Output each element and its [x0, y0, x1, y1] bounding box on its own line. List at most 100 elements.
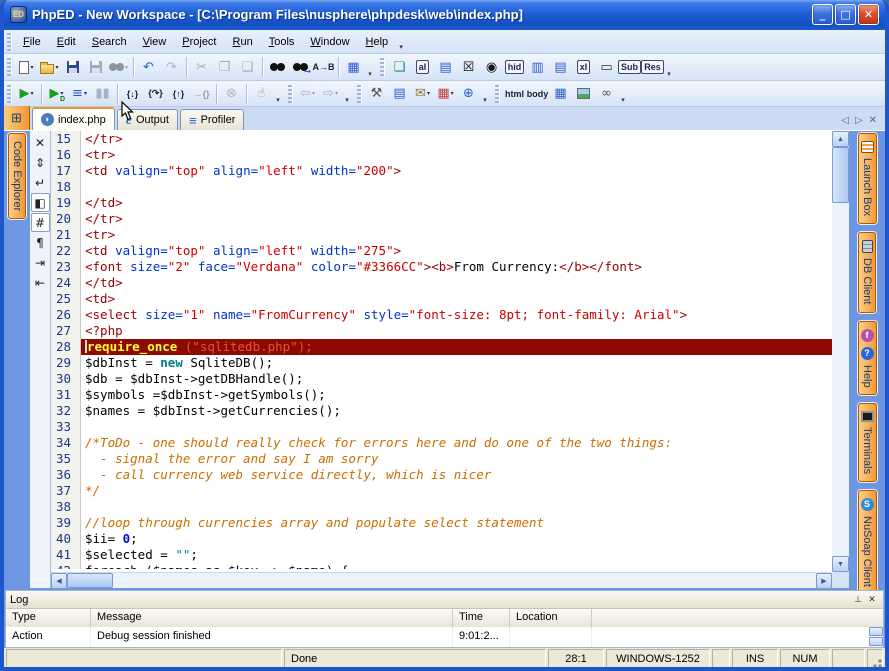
- log-scrollbar[interactable]: [869, 627, 883, 647]
- vscroll-track[interactable]: [832, 203, 849, 556]
- menu-edit[interactable]: Edit: [49, 33, 84, 51]
- dropdown-arrow-icon[interactable]: ▾: [312, 90, 315, 97]
- vertical-scrollbar[interactable]: ▲ ▼: [832, 131, 849, 588]
- step-out-button[interactable]: {↑}: [167, 83, 190, 105]
- run-mode-button[interactable]: ≡▾: [68, 83, 91, 105]
- outdent-button[interactable]: ⇤: [31, 273, 50, 292]
- combobox-tool-button[interactable]: ▤: [549, 56, 572, 78]
- open-file-button[interactable]: ▾: [38, 56, 61, 78]
- close-pane-button[interactable]: ✕: [31, 133, 50, 152]
- code-line-text[interactable]: [81, 499, 832, 515]
- hscroll-track[interactable]: [113, 573, 816, 588]
- copy-button[interactable]: ❐: [213, 56, 236, 78]
- code-line-text[interactable]: <select size="1" name="FromCurrency" sty…: [81, 307, 832, 323]
- log-scroll-down-button[interactable]: [869, 637, 883, 646]
- insert-link-button[interactable]: ∞: [595, 83, 618, 105]
- line-number[interactable]: 18: [51, 179, 81, 195]
- code-line-text[interactable]: - signal the error and say I am sorry: [81, 451, 832, 467]
- line-number[interactable]: 24: [51, 275, 81, 291]
- dropdown-arrow-icon[interactable]: ▾: [451, 90, 454, 97]
- code-line-text[interactable]: <tr>: [81, 147, 832, 163]
- reset-tool-button[interactable]: Res: [641, 56, 664, 78]
- code-line-text[interactable]: $db = $dbInst->getDBHandle();: [81, 371, 832, 387]
- insert-table-button[interactable]: ▦: [549, 83, 572, 105]
- line-number[interactable]: 19: [51, 195, 81, 211]
- toolbar-overflow-button[interactable]: ▾: [664, 70, 674, 78]
- minimize-button[interactable]: _: [812, 4, 833, 25]
- codepage-button[interactable]: ▦: [342, 56, 365, 78]
- toolbar-grip[interactable]: [380, 58, 385, 76]
- dropdown-arrow-icon[interactable]: ▾: [125, 64, 128, 71]
- log-column-location[interactable]: Location: [510, 609, 592, 627]
- close-button[interactable]: ✕: [858, 4, 879, 25]
- log-column-type[interactable]: Type: [6, 609, 91, 627]
- hscroll-left-button[interactable]: ◀: [51, 573, 67, 589]
- code-line-text[interactable]: <tr>: [81, 227, 832, 243]
- code-line-text[interactable]: $selected = "";: [81, 547, 832, 563]
- run-button[interactable]: ▶▾: [15, 83, 38, 105]
- dropdown-arrow-icon[interactable]: ▾: [335, 90, 338, 97]
- dropdown-arrow-icon[interactable]: ▾: [30, 64, 33, 71]
- label-tool-button[interactable]: aI: [411, 56, 434, 78]
- body-tag-button[interactable]: body: [526, 83, 549, 105]
- code-explorer-button[interactable]: ⊞: [4, 106, 30, 130]
- code-line-text[interactable]: [81, 419, 832, 435]
- word-wrap-button[interactable]: ↵: [31, 173, 50, 192]
- settings-button[interactable]: ⚒: [365, 83, 388, 105]
- toolbar-grip[interactable]: [357, 85, 362, 103]
- hidden-field-button[interactable]: hid: [503, 56, 526, 78]
- code-line-text[interactable]: foreach ($names as $key => $name) {: [81, 563, 832, 569]
- toolbar-grip[interactable]: [288, 85, 293, 103]
- line-number[interactable]: 31: [51, 387, 81, 403]
- line-number[interactable]: 36: [51, 467, 81, 483]
- line-number[interactable]: 30: [51, 371, 81, 387]
- maximize-button[interactable]: □: [835, 4, 856, 25]
- toolbar-overflow-button[interactable]: ▾: [480, 96, 490, 104]
- form-designer-button[interactable]: ❏: [388, 56, 411, 78]
- line-number[interactable]: 38: [51, 499, 81, 515]
- select-tool-button[interactable]: ▥: [526, 56, 549, 78]
- textfield-tool-button[interactable]: xI: [572, 56, 595, 78]
- tab-db-client[interactable]: DB Client: [858, 232, 876, 312]
- toolbar-overflow-button[interactable]: ▾: [342, 96, 352, 104]
- tab-help[interactable]: f?Help: [858, 321, 877, 396]
- menu-grip[interactable]: [7, 33, 12, 51]
- code-line-text[interactable]: <td valign="top" align="left" width="275…: [81, 243, 832, 259]
- code-line-text[interactable]: /*ToDo - one should really check for err…: [81, 435, 832, 451]
- deploy-button[interactable]: ✉▾: [411, 83, 434, 105]
- code-line-text[interactable]: $symbols =$dbInst->getSymbols();: [81, 387, 832, 403]
- line-number[interactable]: 21: [51, 227, 81, 243]
- undo-button[interactable]: ↶: [137, 56, 160, 78]
- tab-launch-box[interactable]: Launch Box: [858, 133, 877, 224]
- code-line-text[interactable]: <?php: [81, 323, 832, 339]
- menu-window[interactable]: Window: [302, 33, 357, 51]
- close-editor-button[interactable]: ✕: [869, 115, 877, 126]
- menu-search[interactable]: Search: [84, 33, 135, 51]
- save-all-button[interactable]: [84, 56, 107, 78]
- button-tool-button[interactable]: ▭: [595, 56, 618, 78]
- find-button[interactable]: [266, 56, 289, 78]
- line-numbers-button[interactable]: #: [31, 213, 50, 232]
- pause-button[interactable]: ▮▮: [91, 83, 114, 105]
- break-button[interactable]: ☝: [250, 83, 273, 105]
- toolbar-overflow-button[interactable]: ▾: [365, 70, 375, 78]
- scroll-tabs-right-button[interactable]: ▷: [855, 115, 863, 126]
- code-line-text[interactable]: <td valign="top" align="left" width="200…: [81, 163, 832, 179]
- line-number[interactable]: 33: [51, 419, 81, 435]
- line-number[interactable]: 25: [51, 291, 81, 307]
- line-number[interactable]: 40: [51, 531, 81, 547]
- find-next-button[interactable]: →: [289, 56, 312, 78]
- dropdown-arrow-icon[interactable]: ▾: [84, 90, 87, 97]
- insert-image-button[interactable]: [572, 83, 595, 105]
- line-number[interactable]: 39: [51, 515, 81, 531]
- toolbar-grip[interactable]: [495, 85, 500, 103]
- zoom-button[interactable]: ⊕: [457, 83, 480, 105]
- line-number[interactable]: 32: [51, 403, 81, 419]
- line-number[interactable]: 26: [51, 307, 81, 323]
- line-number[interactable]: 23: [51, 259, 81, 275]
- menu-view[interactable]: View: [135, 33, 175, 51]
- code-line-text[interactable]: <td>: [81, 291, 832, 307]
- cut-button[interactable]: ✂: [190, 56, 213, 78]
- code-line-text[interactable]: require_once ("sqlitedb.php");: [81, 339, 832, 355]
- show-paragraphs-button[interactable]: ¶: [31, 233, 50, 252]
